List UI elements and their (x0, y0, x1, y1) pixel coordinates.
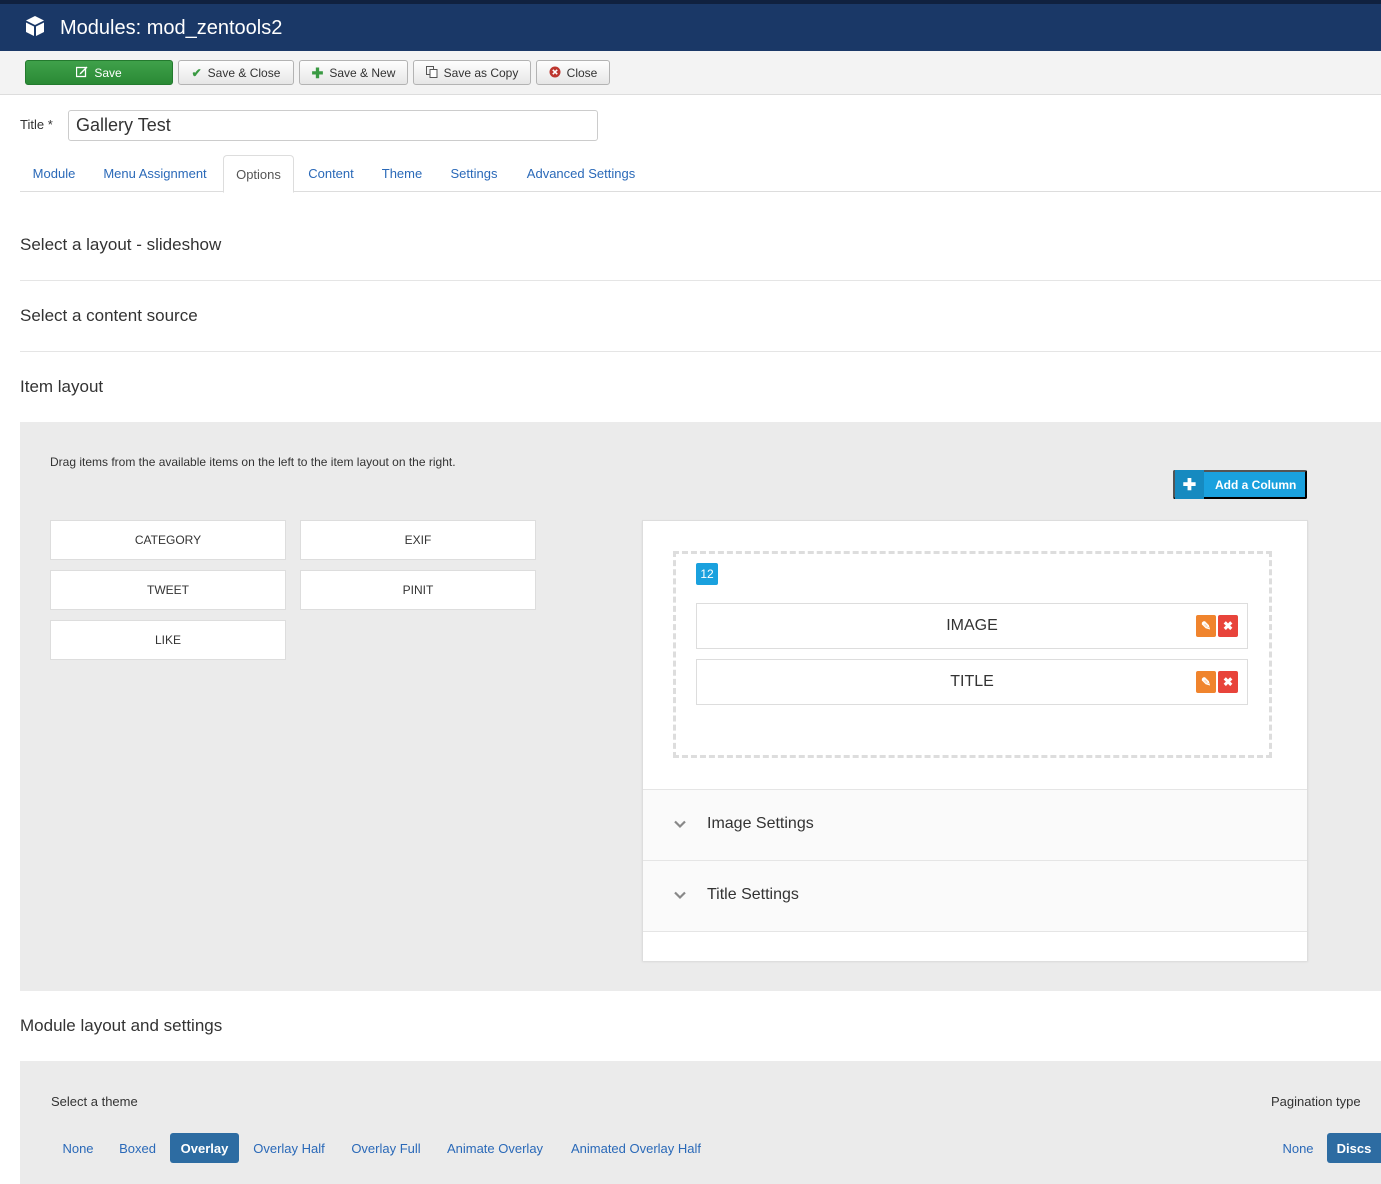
theme-option-overlay-full[interactable]: Overlay Full (344, 1133, 428, 1163)
tab-settings[interactable]: Settings (440, 155, 508, 192)
pencil-icon[interactable]: ✎ (1196, 671, 1216, 693)
save-close-button[interactable]: ✔ Save & Close (178, 60, 294, 85)
delete-icon[interactable]: ✖ (1218, 615, 1238, 637)
drag-hint: Drag items from the available items on t… (50, 455, 456, 469)
tab-bar: Module Menu Assignment Options Content T… (20, 155, 1381, 193)
save-as-copy-button[interactable]: Save as Copy (413, 60, 531, 85)
theme-option-animate-overlay[interactable]: Animate Overlay (440, 1133, 550, 1163)
theme-option-overlay-half[interactable]: Overlay Half (246, 1133, 332, 1163)
pagination-label: Pagination type (1271, 1094, 1361, 1109)
tab-theme[interactable]: Theme (370, 155, 434, 192)
layout-item-image[interactable]: IMAGE ✎ ✖ (696, 603, 1248, 649)
tab-advanced-settings[interactable]: Advanced Settings (514, 155, 648, 192)
theme-option-boxed[interactable]: Boxed (110, 1133, 165, 1163)
module-layout-panel: Select a theme None Boxed Overlay Overla… (20, 1061, 1381, 1184)
check-icon: ✔ (191, 65, 202, 80)
theme-option-overlay[interactable]: Overlay (170, 1133, 239, 1163)
plus-icon: ✚ (1175, 470, 1204, 499)
item-layout-canvas: 12 IMAGE ✎ ✖ TITLE ✎ ✖ Image Settings Ti… (642, 520, 1308, 961)
close-circle-icon (549, 66, 561, 80)
close-button[interactable]: Close (536, 60, 610, 85)
pencil-icon[interactable]: ✎ (1196, 615, 1216, 637)
divider (20, 280, 1381, 281)
tab-options[interactable]: Options (223, 155, 294, 193)
edit-icon (76, 66, 88, 80)
title-input[interactable] (68, 110, 598, 141)
plus-icon: ✚ (311, 64, 324, 81)
accordion-footer (643, 931, 1307, 961)
available-item-exif[interactable]: EXIF (300, 520, 536, 560)
accordion-title-settings[interactable]: Title Settings (643, 860, 1307, 931)
toolbar: Save ✔ Save & Close ✚ Save & New Save as… (0, 51, 1381, 95)
title-label: Title * (20, 117, 53, 132)
pagination-option-none[interactable]: None (1276, 1133, 1320, 1163)
save-button[interactable]: Save (25, 60, 173, 85)
theme-label: Select a theme (51, 1094, 138, 1109)
delete-icon[interactable]: ✖ (1218, 671, 1238, 693)
theme-option-animated-overlay-half[interactable]: Animated Overlay Half (563, 1133, 709, 1163)
chevron-down-icon (674, 820, 686, 829)
accordion-image-settings[interactable]: Image Settings (643, 789, 1307, 860)
save-new-button[interactable]: ✚ Save & New (299, 60, 408, 85)
available-item-like[interactable]: LIKE (50, 620, 286, 660)
tab-content[interactable]: Content (297, 155, 365, 192)
section-module-layout: Module layout and settings (20, 1016, 223, 1035)
available-item-tweet[interactable]: TWEET (50, 570, 286, 610)
section-content-source[interactable]: Select a content source (20, 306, 198, 326)
copy-icon (425, 65, 438, 80)
column-width-badge[interactable]: 12 (696, 563, 718, 585)
layout-item-title[interactable]: TITLE ✎ ✖ (696, 659, 1248, 705)
theme-option-none[interactable]: None (54, 1133, 102, 1163)
available-item-pinit[interactable]: PINIT (300, 570, 536, 610)
tab-menu-assignment[interactable]: Menu Assignment (90, 155, 220, 192)
app-header: Modules: mod_zentools2 (0, 0, 1381, 51)
add-column-button[interactable]: ✚ Add a Column (1173, 470, 1307, 499)
item-layout-panel: Drag items from the available items on t… (20, 422, 1381, 991)
available-item-category[interactable]: CATEGORY (50, 520, 286, 560)
pagination-option-discs[interactable]: Discs (1327, 1133, 1381, 1163)
page-title: Modules: mod_zentools2 (60, 17, 283, 39)
divider (20, 351, 1381, 352)
cube-icon (26, 16, 44, 36)
section-select-layout[interactable]: Select a layout - slideshow (20, 235, 221, 255)
chevron-down-icon (674, 891, 686, 900)
section-item-layout: Item layout (20, 377, 104, 396)
layout-column-dropzone[interactable] (673, 551, 1272, 758)
tab-module[interactable]: Module (20, 155, 88, 192)
